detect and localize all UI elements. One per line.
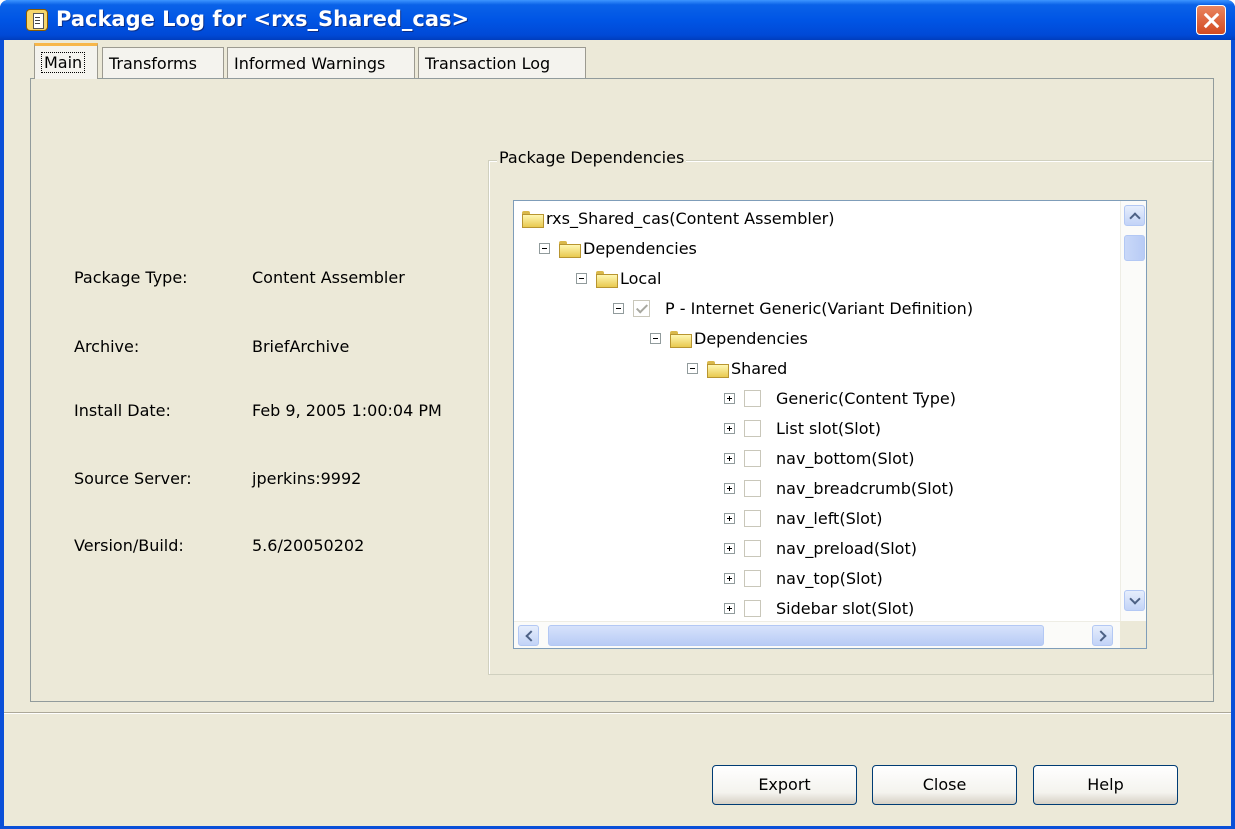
folder-icon [559, 241, 581, 258]
collapse-icon[interactable] [576, 273, 587, 284]
tree-node[interactable]: Generic(Content Type) [514, 387, 1120, 411]
package-dependencies-legend: Package Dependencies [497, 148, 687, 167]
close-button[interactable]: Close [872, 765, 1017, 805]
tab-transaction-log[interactable]: Transaction Log [418, 47, 586, 78]
tree-node[interactable]: List slot(Slot) [514, 417, 1120, 441]
tab-informed-warnings[interactable]: Informed Warnings [227, 47, 415, 78]
collapse-icon[interactable] [613, 303, 624, 314]
source-server-label: Source Server: [74, 469, 192, 488]
tree-checkbox[interactable] [744, 570, 761, 587]
archive-label: Archive: [74, 337, 140, 356]
tree-node-label: nav_bottom(Slot) [776, 449, 915, 468]
tree-node-label: Generic(Content Type) [776, 389, 956, 408]
tree-node[interactable]: Shared [514, 357, 1120, 381]
package-type-label: Package Type: [74, 268, 188, 287]
tree-node[interactable]: nav_breadcrumb(Slot) [514, 477, 1120, 501]
tree-checkbox[interactable] [744, 450, 761, 467]
expand-icon[interactable] [724, 543, 735, 554]
tree-node[interactable]: P - Internet Generic(Variant Definition) [514, 297, 1120, 321]
tree-node-label: Dependencies [583, 239, 697, 258]
tree-node-label: nav_top(Slot) [776, 569, 883, 588]
expand-icon[interactable] [724, 603, 735, 614]
tree-viewport: rxs_Shared_cas(Content Assembler) Depende… [514, 201, 1120, 621]
expand-icon[interactable] [724, 513, 735, 524]
source-server-value: jperkins:9992 [252, 469, 362, 488]
tree-node-label: nav_preload(Slot) [776, 539, 917, 558]
folder-icon [522, 211, 544, 228]
tree-node[interactable]: nav_top(Slot) [514, 567, 1120, 591]
help-button[interactable]: Help [1033, 765, 1178, 805]
vertical-scroll-thumb[interactable] [1124, 235, 1145, 261]
expand-icon[interactable] [724, 423, 735, 434]
scroll-down-button[interactable] [1124, 590, 1145, 611]
install-date-value: Feb 9, 2005 1:00:04 PM [252, 401, 442, 420]
tree-node-label: rxs_Shared_cas(Content Assembler) [546, 209, 835, 228]
tree-checkbox[interactable] [744, 480, 761, 497]
scroll-left-button[interactable] [518, 625, 539, 646]
package-log-icon [26, 9, 48, 31]
tree-node[interactable]: Dependencies [514, 327, 1120, 351]
folder-icon [707, 361, 729, 378]
tree-node[interactable]: rxs_Shared_cas(Content Assembler) [514, 207, 1120, 231]
version-build-label: Version/Build: [74, 536, 184, 555]
tree-node[interactable]: nav_left(Slot) [514, 507, 1120, 531]
tree-node[interactable]: Sidebar slot(Slot) [514, 597, 1120, 621]
tree-node-label: Local [620, 269, 662, 288]
tree-node-label: P - Internet Generic(Variant Definition) [665, 299, 974, 318]
expand-icon[interactable] [724, 483, 735, 494]
tree-checkbox[interactable] [744, 600, 761, 617]
window-title: Package Log for <rxs_Shared_cas> [56, 7, 470, 31]
tree-checkbox[interactable] [744, 390, 761, 407]
folder-icon [596, 271, 618, 288]
collapse-icon[interactable] [687, 363, 698, 374]
close-window-button[interactable] [1196, 5, 1226, 35]
export-button[interactable]: Export [712, 765, 857, 805]
tab-transaction-log-label: Transaction Log [425, 54, 551, 73]
tree-node[interactable]: Local [514, 267, 1120, 291]
tree-checkbox[interactable] [744, 420, 761, 437]
tree-node-label: Dependencies [694, 329, 808, 348]
tree-checkbox[interactable] [744, 540, 761, 557]
tree-node-label: nav_breadcrumb(Slot) [776, 479, 955, 498]
vertical-scrollbar[interactable] [1120, 201, 1146, 621]
scroll-up-button[interactable] [1124, 205, 1145, 226]
title-bar[interactable]: Package Log for <rxs_Shared_cas> [0, 0, 1235, 40]
version-build-value: 5.6/20050202 [252, 536, 365, 555]
archive-value: BriefArchive [252, 337, 350, 356]
scroll-corner [1120, 621, 1146, 648]
separator-line [4, 712, 1231, 714]
scroll-right-button[interactable] [1092, 625, 1113, 646]
horizontal-scroll-thumb[interactable] [548, 625, 1044, 646]
tree-node-label: Sidebar slot(Slot) [776, 599, 915, 618]
tab-main-label: Main [41, 52, 86, 73]
expand-icon[interactable] [724, 393, 735, 404]
package-type-value: Content Assembler [252, 268, 405, 287]
tree-node[interactable]: Dependencies [514, 237, 1120, 261]
collapse-icon[interactable] [650, 333, 661, 344]
tree-checkbox[interactable] [633, 300, 650, 317]
tree-node[interactable]: nav_preload(Slot) [514, 537, 1120, 561]
horizontal-scrollbar[interactable] [514, 621, 1120, 648]
tree-node-label: List slot(Slot) [776, 419, 882, 438]
expand-icon[interactable] [724, 453, 735, 464]
collapse-icon[interactable] [539, 243, 550, 254]
tab-main[interactable]: Main [34, 43, 98, 79]
tab-informed-warnings-label: Informed Warnings [234, 54, 386, 73]
install-date-label: Install Date: [74, 401, 171, 420]
dependencies-tree[interactable]: rxs_Shared_cas(Content Assembler) Depende… [513, 200, 1147, 649]
tab-transforms-label: Transforms [109, 54, 197, 73]
tree-node[interactable]: nav_bottom(Slot) [514, 447, 1120, 471]
tree-node-label: nav_left(Slot) [776, 509, 883, 528]
tree-checkbox[interactable] [744, 510, 761, 527]
expand-icon[interactable] [724, 573, 735, 584]
tab-transforms[interactable]: Transforms [102, 47, 224, 78]
tree-node-label: Shared [731, 359, 788, 378]
folder-icon [670, 331, 692, 348]
